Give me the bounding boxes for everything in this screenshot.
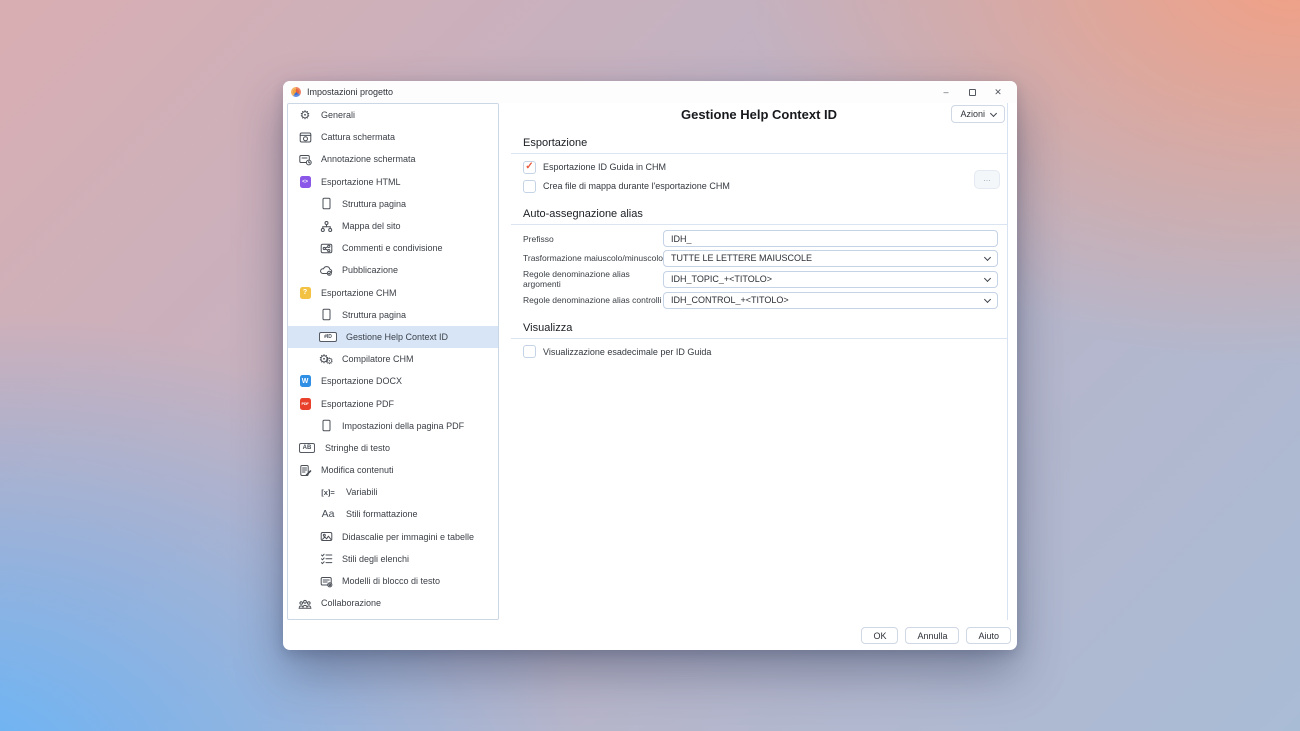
section-header-esportazione: Esportazione bbox=[511, 137, 1007, 154]
sidebar-item-stili-degli-elenchi[interactable]: Stili degli elenchi bbox=[288, 548, 498, 570]
chevron-down-icon bbox=[984, 274, 991, 281]
dialog-footer: OK Annulla Aiuto bbox=[861, 627, 1011, 644]
people-icon bbox=[296, 596, 314, 610]
sidebar-item-impostazioni-pagina-pdf[interactable]: Impostazioni della pagina PDF bbox=[288, 415, 498, 437]
cancel-button[interactable]: Annulla bbox=[905, 627, 959, 644]
screen-annotation-icon bbox=[296, 152, 314, 166]
checkbox-visualizzazione-esadecimale[interactable] bbox=[523, 345, 536, 358]
sidebar-item-pubblicazione[interactable]: Pubblicazione bbox=[288, 259, 498, 281]
sidebar-item-struttura-pagina-html[interactable]: Struttura pagina bbox=[288, 193, 498, 215]
sidebar-item-modifica-contenuti[interactable]: Modifica contenuti bbox=[288, 459, 498, 481]
close-button[interactable]: ✕ bbox=[985, 83, 1011, 101]
sidebar-item-compilatore-chm[interactable]: ⚙⚙ Compilatore CHM bbox=[288, 348, 498, 370]
sidebar-item-stringhe-di-testo[interactable]: AB Stringhe di testo bbox=[288, 437, 498, 459]
sidebar-item-esportazione-chm[interactable]: ? Esportazione CHM bbox=[288, 282, 498, 304]
sidebar-item-collaborazione[interactable]: Collaborazione bbox=[288, 592, 498, 614]
chevron-down-icon bbox=[984, 295, 991, 302]
sidebar-item-modelli-blocco-testo[interactable]: Modelli di blocco di testo bbox=[288, 570, 498, 592]
checkbox-row-visualizzazione-esadecimale: Visualizzazione esadecimale per ID Guida bbox=[523, 345, 1007, 359]
window-title: Impostazioni progetto bbox=[307, 87, 393, 97]
share-icon bbox=[317, 241, 335, 255]
window-titlebar: Impostazioni progetto – ✕ bbox=[283, 81, 1017, 103]
checkbox-row-crea-file-mappa: Crea file di mappa durante l'esportazion… bbox=[523, 179, 1007, 193]
pdf-file-icon: PDF bbox=[296, 397, 314, 411]
page-title: Gestione Help Context ID bbox=[511, 103, 1007, 122]
chevron-down-icon bbox=[984, 253, 991, 260]
gears-icon: ⚙⚙ bbox=[317, 352, 335, 366]
font-style-icon: Aa bbox=[317, 507, 339, 521]
variable-icon: [x]= bbox=[317, 485, 339, 499]
checkbox-crea-file-mappa[interactable] bbox=[523, 180, 536, 193]
sidebar-item-stili-formattazione[interactable]: Aa Stili formattazione bbox=[288, 503, 498, 525]
screenshot-icon bbox=[296, 130, 314, 144]
sidebar-item-generali[interactable]: ⚙ Generali bbox=[288, 104, 498, 126]
minimize-button[interactable]: – bbox=[933, 83, 959, 101]
section-header-visualizza: Visualizza bbox=[511, 322, 1007, 339]
sidebar-item-cattura-schermata[interactable]: Cattura schermata bbox=[288, 126, 498, 148]
check-icon: ✓ bbox=[525, 162, 533, 172]
trasformazione-select[interactable]: TUTTE LE LETTERE MAIUSCOLE bbox=[663, 250, 998, 267]
docx-file-icon: W bbox=[296, 374, 314, 388]
settings-main-panel: Gestione Help Context ID Azioni Esportaz… bbox=[511, 103, 1007, 359]
sidebar-item-mappa-del-sito[interactable]: Mappa del sito bbox=[288, 215, 498, 237]
regole-alias-controlli-select[interactable]: IDH_CONTROL_+<TITOLO> bbox=[663, 292, 998, 309]
maximize-icon bbox=[969, 89, 976, 96]
page-icon bbox=[317, 419, 335, 433]
page-icon bbox=[317, 308, 335, 322]
checklist-icon bbox=[317, 552, 335, 566]
image-caption-icon bbox=[317, 530, 335, 544]
id-badge-icon: #ID bbox=[317, 330, 339, 344]
checkbox-export-id-guida[interactable]: ✓ bbox=[523, 161, 536, 174]
regole-alias-argomenti-select[interactable]: IDH_TOPIC_+<TITOLO> bbox=[663, 271, 998, 288]
chevron-down-icon bbox=[990, 109, 997, 116]
sidebar-item-esportazione-html[interactable]: <> Esportazione HTML bbox=[288, 171, 498, 193]
ab-text-icon: AB bbox=[296, 441, 318, 455]
help-button[interactable]: Aiuto bbox=[966, 627, 1011, 644]
sidebar-item-commenti-e-condivisione[interactable]: Commenti e condivisione bbox=[288, 237, 498, 259]
page-icon bbox=[317, 197, 335, 211]
ok-button[interactable]: OK bbox=[861, 627, 898, 644]
project-settings-dialog: Impostazioni progetto – ✕ ⚙ Generali Cat… bbox=[283, 81, 1017, 650]
form-row-regole-alias-controlli: Regole denominazione alias controlli IDH… bbox=[523, 292, 1007, 309]
app-logo-icon bbox=[291, 87, 301, 97]
section-header-auto-assegnazione-alias: Auto-assegnazione alias bbox=[511, 208, 1007, 225]
form-row-trasformazione: Trasformazione maiuscolo/minuscolo TUTTE… bbox=[523, 250, 1007, 267]
cloud-upload-icon bbox=[317, 263, 335, 277]
edit-document-icon bbox=[296, 463, 314, 477]
sidebar-item-variabili[interactable]: [x]= Variabili bbox=[288, 481, 498, 503]
maximize-button[interactable] bbox=[959, 83, 985, 101]
sidebar-item-gestione-help-context-id[interactable]: #ID Gestione Help Context ID bbox=[288, 326, 498, 348]
desktop-background: Impostazioni progetto – ✕ ⚙ Generali Cat… bbox=[0, 0, 1300, 731]
window-controls: – ✕ bbox=[933, 83, 1011, 101]
sidebar-item-didascalie-immagini-tabelle[interactable]: Didascalie per immagini e tabelle bbox=[288, 526, 498, 548]
chm-file-icon: ? bbox=[296, 286, 314, 300]
text-block-template-icon bbox=[317, 574, 335, 588]
form-row-prefisso: Prefisso bbox=[523, 230, 1007, 247]
form-row-regole-alias-argomenti: Regole denominazione alias argomenti IDH… bbox=[523, 269, 1007, 289]
sidebar-item-esportazione-docx[interactable]: W Esportazione DOCX bbox=[288, 370, 498, 392]
actions-dropdown-button[interactable]: Azioni bbox=[951, 105, 1005, 123]
sitemap-icon bbox=[317, 219, 335, 233]
sidebar-item-annotazione-schermata[interactable]: Annotazione schermata bbox=[288, 148, 498, 170]
prefisso-input[interactable] bbox=[663, 230, 998, 247]
html-file-icon: <> bbox=[296, 175, 314, 189]
sidebar-item-esportazione-pdf[interactable]: PDF Esportazione PDF bbox=[288, 392, 498, 414]
gear-icon: ⚙ bbox=[296, 108, 314, 122]
panel-divider bbox=[1007, 103, 1008, 620]
sidebar-item-struttura-pagina-chm[interactable]: Struttura pagina bbox=[288, 304, 498, 326]
checkbox-row-export-id-guida: ✓ Esportazione ID Guida in CHM bbox=[523, 160, 1007, 174]
settings-sidebar: ⚙ Generali Cattura schermata Annotazione… bbox=[287, 103, 499, 620]
browse-button[interactable]: ... bbox=[974, 170, 1000, 189]
